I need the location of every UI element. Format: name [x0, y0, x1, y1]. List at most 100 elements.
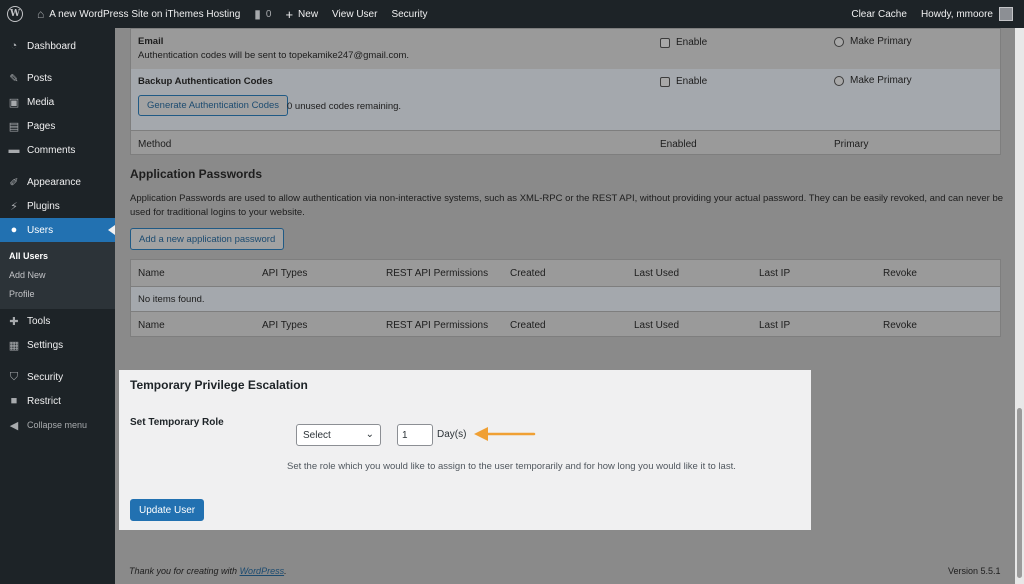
menu-item-plugins[interactable]: ⚡ Plugins [0, 194, 115, 218]
collapse-label: Collapse menu [27, 420, 88, 430]
backup-enable-checkbox[interactable]: Enable [660, 76, 707, 87]
menu-item-dashboard[interactable]: ◔ Dashboard [0, 34, 115, 58]
plus-icon: + [285, 6, 294, 22]
checkbox-icon [660, 76, 670, 87]
new-content-menu[interactable]: + New [278, 0, 325, 28]
table-footer-row: Method Enabled Primary [131, 130, 1000, 156]
comments-count: 0 [265, 8, 272, 20]
plug-icon: ⚡ [10, 200, 18, 213]
column-rest-api-permissions: REST API Permissions [386, 320, 489, 331]
site-name-link[interactable]: ⌂ A new WordPress Site on iThemes Hostin… [30, 0, 247, 28]
radio-icon [834, 75, 844, 86]
select-value: Select [303, 429, 331, 441]
menu-item-label: Pages [27, 120, 56, 132]
table-footer-row: Name API Types REST API Permissions Crea… [131, 312, 1000, 338]
column-name: Name [138, 320, 165, 331]
remaining-codes-text: 0 unused codes remaining. [287, 101, 402, 112]
make-primary-label: Make Primary [850, 75, 912, 86]
site-name: A new WordPress Site on iThemes Hosting [49, 8, 241, 20]
menu-item-restrict[interactable]: ■ Restrict [0, 389, 115, 413]
column-last-used: Last Used [634, 320, 680, 331]
column-primary: Primary [834, 139, 869, 150]
menu-item-pages[interactable]: ▤ Pages [0, 114, 115, 138]
menu-item-settings[interactable]: ▦ Settings [0, 333, 115, 357]
scrollbar[interactable] [1015, 28, 1024, 584]
column-created: Created [510, 268, 546, 279]
checkbox-icon [660, 37, 670, 48]
menu-item-tools[interactable]: ✚ Tools [0, 309, 115, 333]
column-last-used: Last Used [634, 268, 680, 279]
column-revoke: Revoke [883, 320, 917, 331]
backup-primary-radio[interactable]: Make Primary [834, 75, 912, 86]
column-api-types: API Types [262, 268, 308, 279]
make-primary-label: Make Primary [850, 36, 912, 47]
menu-item-appearance[interactable]: ✐ Appearance [0, 170, 115, 194]
view-user-label: View User [332, 8, 378, 20]
radio-icon [834, 36, 844, 47]
pin-icon: ✎ [9, 72, 19, 85]
view-user-link[interactable]: View User [325, 0, 384, 28]
menu-item-label: Restrict [27, 395, 61, 407]
email-method-description: Authentication codes will be sent to top… [138, 50, 410, 61]
column-last-ip: Last IP [759, 320, 791, 331]
brush-icon: ✐ [9, 176, 19, 189]
settings-icon: ▦ [8, 339, 20, 352]
security-menu[interactable]: Security [384, 0, 434, 28]
footer-thanks: Thank you for creating with WordPress. [129, 566, 287, 576]
menu-item-label: Posts [27, 72, 53, 84]
menu-item-security[interactable]: ⛉ Security [0, 365, 115, 389]
section-title: Temporary Privilege Escalation [130, 378, 308, 392]
footer-thanks-text: Thank you for creating with [129, 566, 240, 576]
scrollbar-thumb[interactable] [1017, 408, 1022, 578]
collapse-icon: ◀ [9, 419, 19, 432]
add-app-password-button[interactable]: Add a new application password [130, 228, 285, 250]
table-row: Email Authentication codes will be sent … [131, 29, 1000, 69]
menu-item-label: Security [27, 371, 64, 383]
admin-sidebar: ◔ Dashboard ✎ Posts ▣ Media ▤ Pages ▬ Co… [0, 28, 115, 584]
role-select[interactable]: Select ⌄ [296, 424, 381, 446]
wordpress-link[interactable]: WordPress [240, 566, 285, 576]
column-revoke: Revoke [883, 268, 917, 279]
menu-item-label: Appearance [27, 176, 81, 188]
enable-label: Enable [676, 37, 708, 48]
submenu-profile[interactable]: Profile [0, 284, 115, 303]
menu-item-media[interactable]: ▣ Media [0, 90, 115, 114]
home-icon: ⌂ [37, 7, 45, 21]
menu-item-label: Comments [27, 144, 76, 156]
media-icon: ▣ [8, 96, 20, 109]
menu-item-comments[interactable]: ▬ Comments [0, 138, 115, 162]
footer-version: Version 5.5.1 [948, 566, 1001, 576]
submenu-add-new[interactable]: Add New [0, 265, 115, 284]
comment-icon: ▬ [8, 144, 20, 156]
wrench-icon: ✚ [9, 315, 19, 328]
users-submenu: All Users Add New Profile [0, 242, 115, 309]
generate-codes-button[interactable]: Generate Authentication Codes [138, 95, 289, 116]
dashboard-icon: ◔ [10, 40, 18, 52]
app-passwords-table: Name API Types REST API Permissions Crea… [130, 259, 1001, 337]
table-row: No items found. [131, 286, 1000, 312]
menu-item-label: Tools [27, 315, 51, 327]
column-created: Created [510, 320, 546, 331]
menu-item-posts[interactable]: ✎ Posts [0, 66, 115, 90]
shield-icon: ⛉ [9, 370, 19, 383]
email-primary-radio[interactable]: Make Primary [834, 36, 912, 47]
column-api-types: API Types [262, 320, 308, 331]
column-name: Name [138, 268, 165, 279]
menu-item-label: Plugins [27, 200, 60, 212]
comment-icon: ▮ [254, 7, 261, 21]
admin-bar: W ⌂ A new WordPress Site on iThemes Host… [0, 0, 1024, 28]
description-line: used for traditional logins to your webs… [130, 207, 305, 218]
collapse-menu-button[interactable]: ◀ Collapse menu [0, 413, 115, 437]
temporary-privilege-section: Temporary Privilege Escalation Set Tempo… [119, 370, 811, 530]
menu-item-label: Dashboard [27, 40, 76, 52]
menu-item-users[interactable]: ● Users [0, 218, 115, 242]
wordpress-logo-menu[interactable]: W [0, 0, 30, 28]
table-row: Backup Authentication Codes Generate Aut… [131, 69, 1000, 130]
account-menu[interactable]: Howdy, mmoore [914, 0, 1020, 28]
days-input[interactable]: 1 [397, 424, 433, 446]
clear-cache-link[interactable]: Clear Cache [844, 0, 914, 28]
submenu-all-users[interactable]: All Users [0, 246, 115, 265]
update-user-button[interactable]: Update User [130, 499, 205, 521]
comments-link[interactable]: ▮ 0 [247, 0, 278, 28]
email-enable-checkbox[interactable]: Enable [660, 37, 707, 48]
